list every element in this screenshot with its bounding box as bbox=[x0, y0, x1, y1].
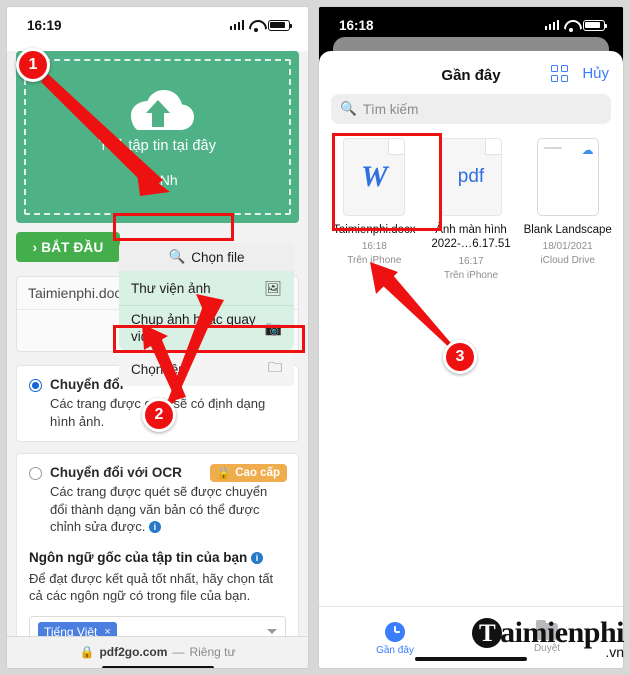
status-indicators bbox=[229, 19, 293, 32]
text-line-decor bbox=[543, 147, 562, 149]
file-thumbnail: pdf bbox=[440, 138, 502, 216]
radio-convert[interactable] bbox=[29, 379, 42, 392]
battery-icon bbox=[583, 19, 608, 31]
file-item-name: Ảnh màn hình 2022-…6.17.51 bbox=[431, 224, 511, 251]
camera-icon: 📷 bbox=[264, 320, 282, 336]
marker-1: 1 bbox=[16, 48, 50, 82]
dropzone-dashed-border bbox=[24, 59, 291, 215]
file-source-menu: 🔍 Chọn file Thư viện ảnh 🖼 Chụp ảnh hoặc… bbox=[119, 243, 294, 386]
lock-icon: 🔒 bbox=[79, 645, 95, 659]
search-icon: 🔍 bbox=[340, 101, 357, 116]
cloud-upload-icon bbox=[118, 86, 198, 134]
chevron-right-icon: › bbox=[32, 239, 38, 255]
icloud-download-icon: ☁ bbox=[581, 143, 594, 157]
premium-badge-label: Cao cấp bbox=[235, 467, 280, 480]
file-item-source: Trên iPhone bbox=[347, 255, 402, 267]
file-name: Taimienphi.docx bbox=[28, 285, 129, 301]
file-item-source: iCloud Drive bbox=[540, 255, 595, 267]
url-domain: pdf2go.com bbox=[99, 645, 168, 659]
radio-ocr[interactable] bbox=[29, 467, 42, 481]
clock-icon bbox=[385, 621, 405, 642]
start-button-label: BẮT ĐẦU bbox=[41, 239, 104, 255]
start-button[interactable]: › BẮT ĐẦU bbox=[16, 232, 120, 262]
sheet-header-actions: Hủy bbox=[551, 65, 609, 82]
pdf2go-page: Thả tập tin tại đây 🔗 Nh › BẮT ĐẦU Taimi… bbox=[7, 51, 308, 668]
left-status-bar: 16:19 bbox=[7, 7, 308, 43]
watermark-t-logo: T bbox=[472, 618, 503, 648]
file-item-time: 16:18 bbox=[361, 241, 387, 253]
url-privacy: Riêng tư bbox=[189, 645, 236, 659]
search-placeholder: Tìm kiếm bbox=[362, 101, 419, 117]
wifi-icon bbox=[249, 20, 263, 32]
wifi-icon bbox=[564, 20, 578, 32]
language-title-row: Ngôn ngữ gốc của tập tin của bạn i bbox=[29, 550, 286, 565]
tab-recents-label: Gần đây bbox=[376, 644, 414, 656]
file-thumbnail: ☁ bbox=[536, 138, 599, 216]
premium-badge: 🔒 Cao cấp bbox=[209, 464, 287, 483]
word-glyph: W bbox=[360, 160, 388, 193]
photo-library-icon: 🖼 bbox=[264, 279, 282, 296]
option-ocr-desc: Các trang được quét sẽ được chuyển đổi t… bbox=[50, 483, 286, 536]
dropzone[interactable]: Thả tập tin tại đây 🔗 Nh bbox=[16, 51, 299, 223]
browser-url-bar[interactable]: 🔒 pdf2go.com — Riêng tư bbox=[7, 636, 308, 668]
left-phone-screenshot: 16:19 Thả tập tin tại đây 🔗 Nh › BẮT ĐẦU… bbox=[6, 6, 309, 669]
language-desc: Để đạt được kết quả tốt nhất, hãy chọn t… bbox=[29, 570, 274, 604]
menu-item-camera-label: Chụp ảnh hoặc quay video bbox=[131, 311, 256, 344]
status-time: 16:19 bbox=[27, 17, 62, 33]
menu-item-photo-library-label: Thư viện ảnh bbox=[131, 280, 211, 296]
watermark: T aimienphi .vn bbox=[472, 618, 624, 659]
search-input[interactable]: 🔍 Tìm kiếm bbox=[331, 94, 611, 124]
status-time: 16:18 bbox=[339, 17, 374, 33]
menu-item-photo-library[interactable]: Thư viện ảnh 🖼 bbox=[119, 271, 294, 305]
file-item-name: Blank Landscape bbox=[523, 224, 612, 236]
status-indicators bbox=[544, 19, 608, 32]
folder-icon: 🗀 bbox=[268, 359, 282, 375]
file-item-blank[interactable]: ☁ Blank Landscape 18/01/2021 iCloud Driv… bbox=[522, 138, 613, 281]
document-icon: W bbox=[343, 138, 406, 216]
cellular-bars-icon bbox=[544, 20, 559, 30]
pdf-glyph: pdf bbox=[457, 166, 485, 187]
grid-view-icon[interactable] bbox=[551, 65, 569, 82]
blank-document-icon: ☁ bbox=[536, 138, 599, 216]
file-item-pdf[interactable]: pdf Ảnh màn hình 2022-…6.17.51 16:17 Trê… bbox=[426, 138, 517, 281]
battery-icon bbox=[268, 19, 293, 31]
language-title: Ngôn ngữ gốc của tập tin của bạn bbox=[29, 549, 248, 565]
file-item-source: Trên iPhone bbox=[443, 269, 499, 281]
file-item-time: 18/01/2021 bbox=[542, 241, 593, 253]
menu-item-choose-file[interactable]: 🔍 Chọn file bbox=[119, 243, 294, 271]
search-icon: 🔍 bbox=[168, 249, 186, 264]
url-text: 🔒 pdf2go.com — Riêng tư bbox=[79, 645, 235, 659]
sheet-header: Gần đây Hủy bbox=[319, 51, 623, 84]
file-thumbnail: W bbox=[343, 138, 406, 216]
url-dash: — bbox=[172, 645, 185, 659]
menu-item-camera[interactable]: Chụp ảnh hoặc quay video 📷 bbox=[119, 305, 294, 351]
menu-item-choose-file-label: Chọn file bbox=[191, 249, 245, 265]
menu-item-choose-files[interactable]: Chọn tệp 🗀 bbox=[119, 352, 294, 386]
info-icon[interactable]: i bbox=[251, 551, 264, 564]
file-item-time: 16:17 bbox=[458, 255, 484, 267]
option-ocr[interactable]: 🔒 Cao cấp Chuyển đổi với OCR Các trang đ… bbox=[16, 453, 299, 660]
cancel-button[interactable]: Hủy bbox=[582, 65, 609, 82]
menu-item-choose-files-label: Chọn tệp bbox=[131, 361, 186, 377]
screenshot-stage: 16:19 Thả tập tin tại đây 🔗 Nh › BẮT ĐẦU… bbox=[0, 0, 630, 675]
info-icon[interactable]: i bbox=[148, 521, 161, 534]
watermark-name: T aimienphi bbox=[472, 618, 624, 648]
file-item-name: Taimienphi.docx bbox=[333, 224, 416, 236]
file-item-docx[interactable]: W Taimienphi.docx 16:18 Trên iPhone bbox=[329, 138, 420, 281]
document-icon: pdf bbox=[440, 138, 502, 216]
home-indicator bbox=[101, 666, 214, 668]
lock-icon: 🔒 bbox=[216, 468, 232, 481]
cellular-bars-icon bbox=[229, 20, 244, 30]
right-phone-screenshot: 16:18 Gần đây Hủy 🔍 Tìm kiếm W Taimienph… bbox=[318, 6, 624, 669]
marker-2: 2 bbox=[142, 398, 176, 432]
file-grid: W Taimienphi.docx 16:18 Trên iPhone pdf bbox=[319, 124, 623, 281]
marker-3: 3 bbox=[443, 340, 477, 374]
chevron-down-icon[interactable] bbox=[267, 629, 277, 635]
